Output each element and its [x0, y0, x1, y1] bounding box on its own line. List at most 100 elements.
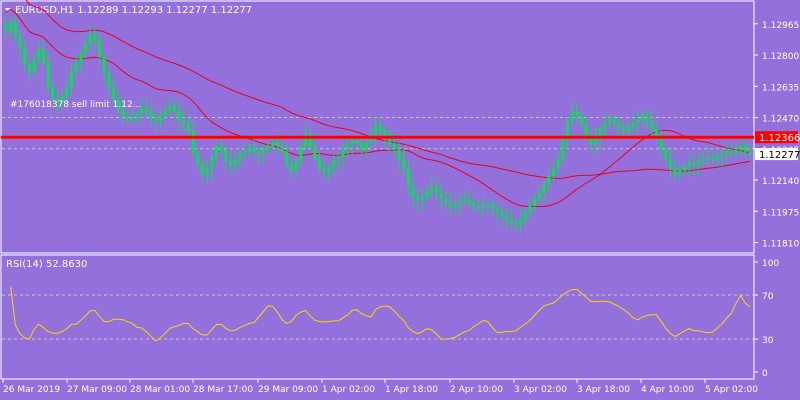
candle-body-5 [27, 64, 31, 73]
ma-slow-line [25, 0, 751, 179]
candle-94 [444, 191, 448, 210]
candle-body-102 [481, 206, 485, 209]
candle-body-55 [261, 149, 265, 154]
candle-body-157 [739, 145, 743, 150]
candle-body-77 [364, 142, 368, 150]
candle-body-62 [294, 161, 298, 171]
candle-body-74 [350, 140, 354, 145]
candle-14 [70, 63, 74, 96]
rsi-panel-frame [0, 254, 755, 380]
candle-128 [603, 113, 607, 136]
time-tick-label-7: 2 Apr 10:00 [450, 385, 503, 395]
candle-body-76 [360, 144, 364, 150]
time-axis: 26 Mar 2019 27 Mar 09:00 28 Mar 01:00 28 Ma… [2, 379, 758, 395]
candle-body-137 [645, 115, 649, 122]
candle-body-146 [687, 162, 691, 167]
candle-body-54 [257, 151, 261, 154]
candle-body-136 [640, 115, 644, 120]
candle-body-26 [126, 115, 130, 120]
candle-49 [233, 150, 237, 173]
candle-body-153 [720, 153, 724, 156]
candle-117 [551, 158, 555, 181]
price-tick-label-6: 1.11975 [762, 208, 799, 218]
candle-body-46 [219, 145, 223, 150]
candle-body-117 [551, 168, 555, 177]
candle-129 [608, 114, 612, 129]
rsi-tick-label-2: 30 [762, 336, 774, 346]
price-tick-label-5: 1.12140 [762, 177, 799, 187]
candle-2 [13, 15, 17, 44]
rsi-tick-label-0: 100 [762, 259, 779, 269]
candle-body-37 [177, 111, 181, 120]
candle-body-144 [678, 170, 682, 175]
candle-145 [682, 162, 686, 176]
candle-body-119 [561, 140, 565, 160]
candle-110 [519, 209, 523, 234]
candle-116 [547, 168, 551, 192]
candle-body-118 [556, 159, 560, 169]
candle-68 [322, 161, 326, 180]
candle-body-79 [374, 125, 378, 135]
candle-body-87 [411, 187, 415, 198]
candle-body-123 [580, 115, 584, 126]
candle-59 [280, 135, 284, 157]
candle-body-80 [378, 125, 382, 131]
candle-body-101 [477, 206, 481, 209]
order-price-tag-text: 1.12366 [759, 133, 800, 144]
candle-body-155 [729, 151, 733, 154]
candle-48 [229, 153, 233, 176]
rsi-levels [2, 294, 754, 340]
candle-3 [18, 31, 22, 60]
candle-137 [645, 110, 649, 131]
trading-chart[interactable]: EURUSD,H1 1.12289 1.12293 1.12277 1.1227… [0, 0, 800, 400]
candle-body-85 [402, 159, 406, 169]
candle-114 [537, 186, 541, 203]
candle-body-28 [135, 113, 139, 118]
candle-0 [4, 17, 8, 39]
candle-body-52 [247, 147, 251, 152]
candle-body-13 [65, 87, 69, 97]
candle-body-6 [32, 58, 36, 73]
candle-body-84 [397, 149, 401, 160]
candle-4 [23, 41, 27, 72]
candle-157 [739, 138, 743, 156]
candle-120 [566, 116, 570, 150]
candle-155 [729, 143, 733, 158]
candle-118 [556, 152, 560, 175]
candle-body-20 [98, 39, 102, 57]
candle-147 [692, 153, 696, 176]
candle-52 [247, 143, 251, 157]
candle-body-45 [215, 145, 219, 158]
candle-60 [285, 144, 289, 170]
candle-body-122 [575, 111, 579, 116]
candle-body-3 [18, 36, 22, 50]
candle-body-95 [449, 202, 453, 207]
candle-body-63 [299, 145, 303, 162]
candle-156 [734, 142, 738, 159]
candle-body-48 [229, 161, 233, 165]
candle-50 [238, 148, 242, 169]
candle-55 [261, 144, 265, 164]
candle-84 [397, 142, 401, 171]
candle-28 [135, 109, 139, 125]
candle-96 [453, 200, 457, 214]
candle-body-134 [631, 123, 635, 127]
candle-90 [425, 184, 429, 202]
candle-103 [486, 200, 490, 214]
candle-body-53 [252, 147, 256, 152]
candle-body-133 [626, 127, 630, 131]
candle-142 [668, 149, 672, 179]
candle-body-92 [434, 187, 438, 194]
price-panel-frame [0, 0, 755, 254]
candle-body-83 [392, 144, 396, 150]
order-price-tag: 1.12366 [755, 131, 800, 144]
candle-body-103 [486, 204, 490, 207]
symbol-header[interactable]: EURUSD,H1 1.12289 1.12293 1.12277 1.1227… [5, 5, 252, 16]
candle-body-7 [37, 49, 41, 59]
candle-102 [481, 195, 485, 217]
candle-122 [575, 103, 579, 122]
candle-body-149 [701, 159, 705, 162]
candle-19 [93, 29, 97, 50]
candle-32 [154, 110, 158, 132]
price-tick-label-1: 1.12800 [762, 52, 799, 62]
